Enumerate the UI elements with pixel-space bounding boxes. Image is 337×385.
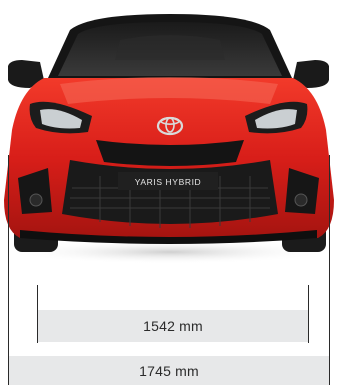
lower-grille — [62, 160, 278, 224]
track-width-label: 1542 mm — [38, 310, 308, 342]
overall-width-right-guide — [329, 155, 330, 385]
right-fog-lamp — [294, 193, 308, 207]
left-fog-lamp — [29, 193, 43, 207]
overall-width-left-guide — [8, 155, 9, 385]
overall-width-label: 1745 mm — [9, 356, 329, 385]
vehicle-dimensions-view: YARIS HYBRID 1542 mm 1745 mm — [0, 0, 337, 385]
model-badge-text: YARIS HYBRID — [135, 177, 202, 187]
track-width-right-guide — [308, 285, 309, 343]
windshield-reflection — [115, 35, 225, 60]
car-front-illustration: YARIS HYBRID — [4, 14, 334, 264]
